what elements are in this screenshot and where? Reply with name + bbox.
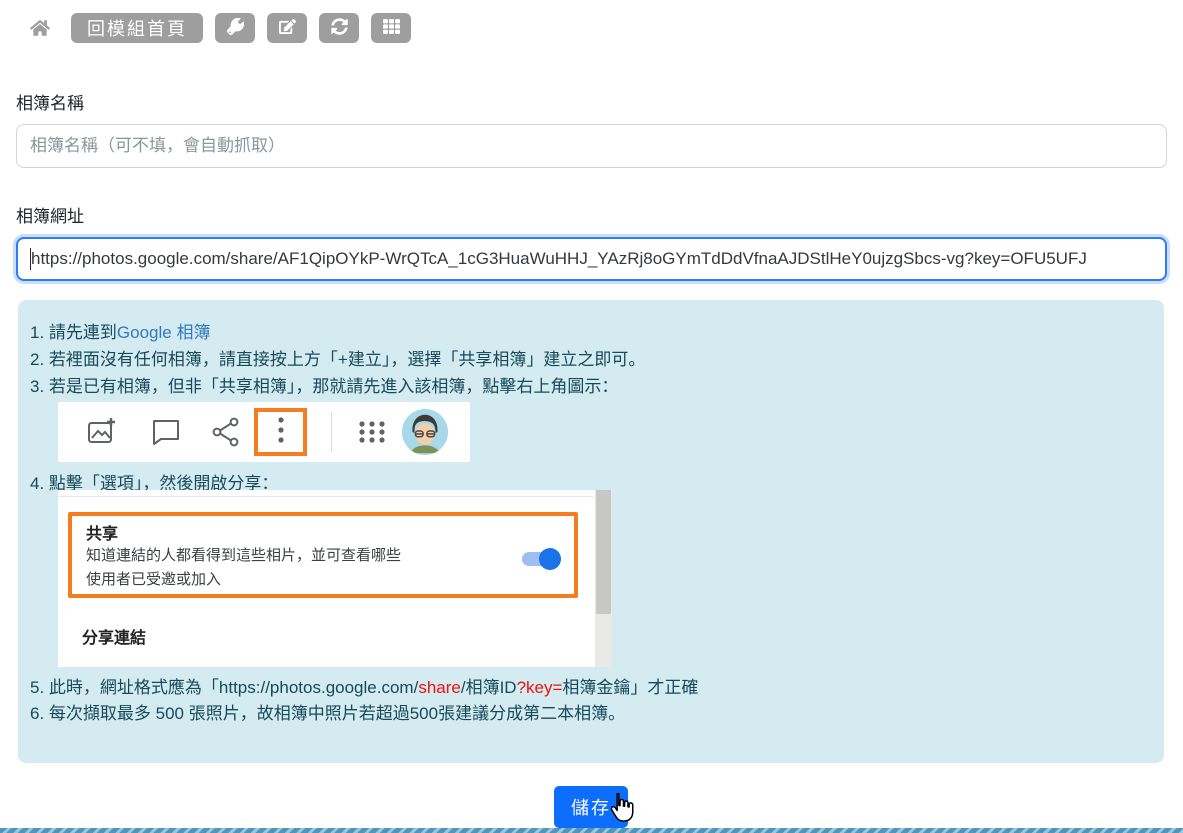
- more-options-icon: [268, 415, 294, 450]
- url-format-share-red: share: [418, 678, 461, 697]
- text-caret: [30, 248, 31, 270]
- url-format-base: https://photos.google.com/: [219, 678, 418, 697]
- share-icon: [210, 416, 242, 453]
- share-dialog-screenshot: 共享 知道連結的人都看得到這些相片，並可查看哪些 使用者已受邀或加入 分享連結: [58, 490, 612, 667]
- more-options-highlight-box: [254, 408, 307, 456]
- share-link-label: 分享連結: [82, 624, 146, 648]
- instruction-item-3: 3. 若是已有相簿，但非「共享相簿」，那就請先進入該相簿，點擊右上角圖示：: [30, 372, 618, 397]
- refresh-icon: [331, 18, 348, 38]
- toggle-knob: [539, 548, 561, 570]
- save-button[interactable]: 儲存: [554, 786, 628, 828]
- share-desc-line2: 使用者已受邀或加入: [86, 568, 401, 592]
- add-photo-icon: [86, 416, 118, 453]
- settings-button[interactable]: [215, 13, 255, 43]
- instructions-info-box: 1. 請先連到Google 相簿 2. 若裡面沒有任何相簿，請直接按上方「+建立…: [18, 300, 1164, 763]
- share-desc-line1: 知道連結的人都看得到這些相片，並可查看哪些: [86, 544, 401, 568]
- url-format-album-key: 相簿金鑰: [562, 678, 630, 697]
- grid-icon: [383, 18, 400, 38]
- bottom-divider-bar: [0, 828, 1183, 833]
- instruction-1-text: 1. 請先連到: [30, 323, 117, 342]
- dialog-scrollbar-thumb: [596, 490, 611, 614]
- url-format-key-red: ?key=: [517, 678, 563, 697]
- share-toggle-on: [522, 552, 558, 566]
- instruction-item-5: 5. 此時，網址格式應為「https://photos.google.com/s…: [30, 673, 698, 698]
- share-dialog-description: 知道連結的人都看得到這些相片，並可查看哪些 使用者已受邀或加入: [86, 544, 401, 592]
- wrench-icon: [227, 18, 244, 38]
- back-to-module-home-button[interactable]: 回模組首頁: [71, 13, 203, 43]
- top-toolbar: 回模組首頁: [30, 13, 423, 43]
- gp-toolbar-screenshot: [58, 402, 470, 462]
- toolbar-divider: [331, 412, 332, 452]
- dialog-divider: [58, 496, 594, 497]
- home-icon[interactable]: [30, 18, 50, 38]
- modules-grid-button[interactable]: [371, 13, 411, 43]
- instruction-item-1: 1. 請先連到Google 相簿: [30, 318, 210, 343]
- google-photos-link[interactable]: Google 相簿: [117, 323, 211, 342]
- album-url-input[interactable]: [16, 237, 1167, 281]
- album-name-input[interactable]: [16, 124, 1167, 168]
- url-format-part1: 5. 此時，網址格式應為「: [30, 678, 219, 697]
- instruction-item-6: 6. 每次擷取最多 500 張照片，故相簿中照片若超過500張建議分成第二本相簿…: [30, 699, 625, 724]
- share-dialog-title: 共享: [86, 520, 118, 544]
- refresh-button[interactable]: [319, 13, 359, 43]
- url-format-album-id: /相簿ID: [461, 678, 517, 697]
- user-avatar: [402, 409, 448, 455]
- apps-grid-icon: [356, 416, 388, 453]
- edit-button[interactable]: [267, 13, 307, 43]
- album-name-label: 相簿名稱: [16, 89, 84, 114]
- album-url-label: 相簿網址: [16, 202, 84, 227]
- instruction-item-2: 2. 若裡面沒有任何相簿，請直接按上方「+建立」，選擇「共享相簿」建立之即可。: [30, 345, 645, 370]
- url-format-part7: 」才正確: [630, 678, 698, 697]
- edit-icon: [279, 18, 296, 38]
- comment-icon: [150, 416, 182, 453]
